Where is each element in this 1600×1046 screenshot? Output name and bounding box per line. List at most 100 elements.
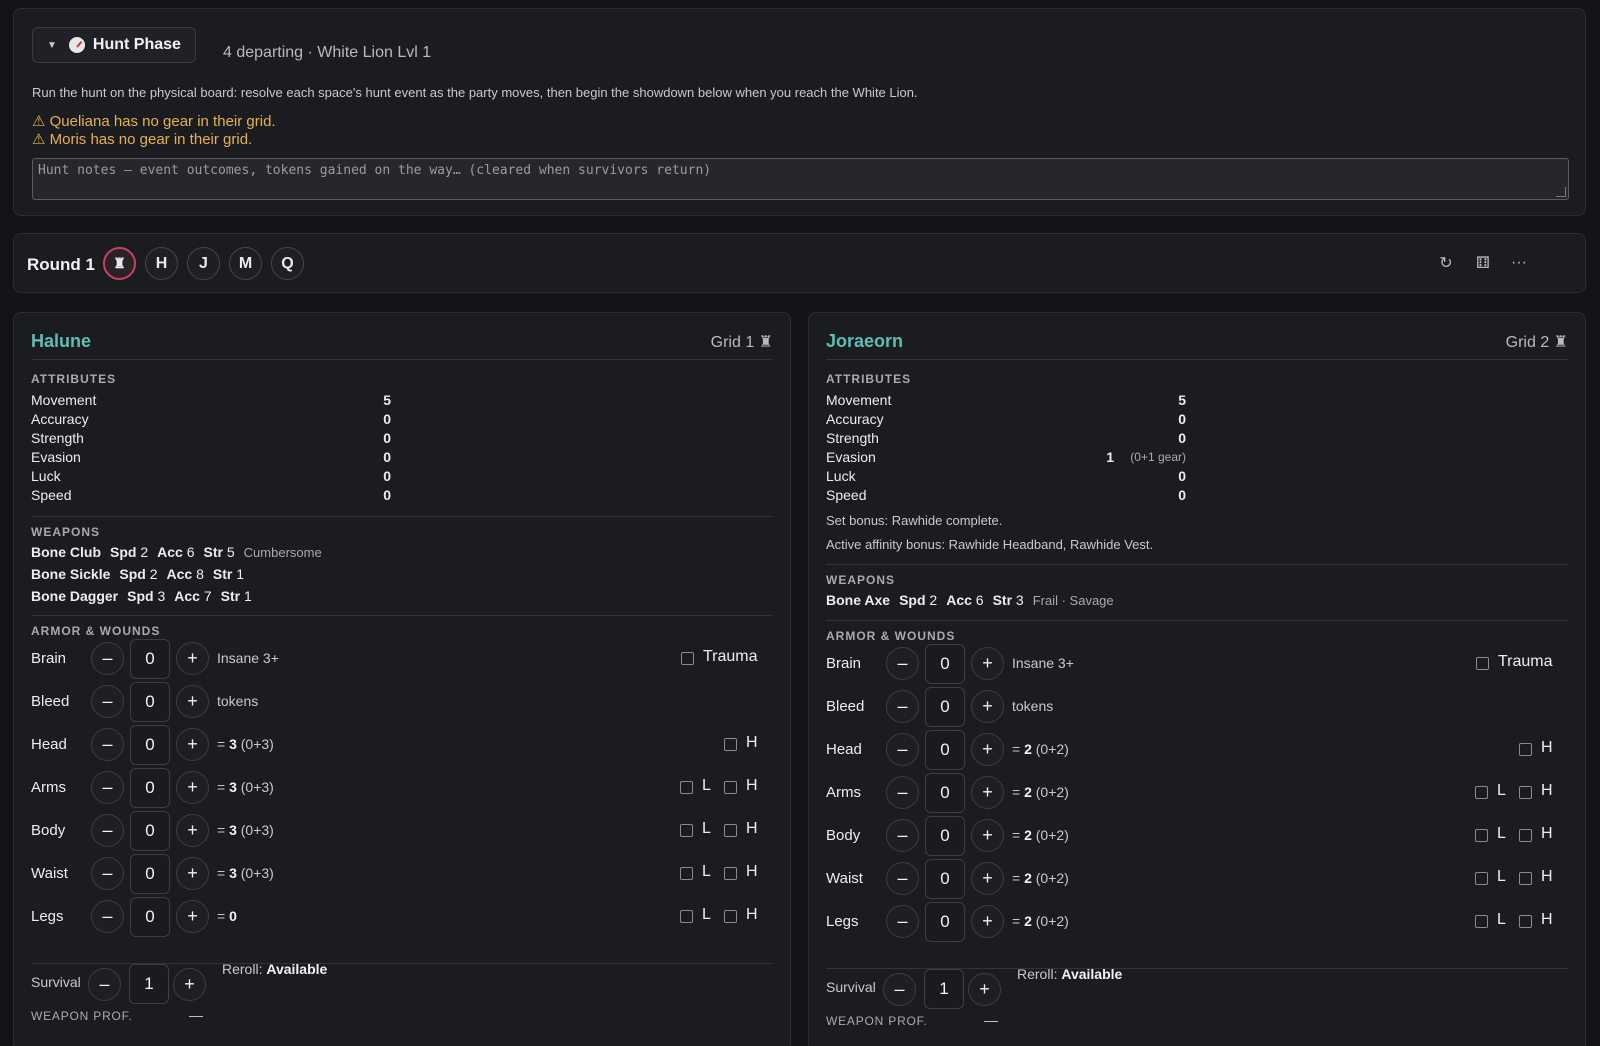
weapon-prof-label: WEAPON PROF.	[826, 1014, 928, 1028]
wound-value[interactable]: 0	[130, 725, 170, 765]
heavy-wound-checkbox[interactable]	[724, 867, 737, 880]
hunt-phase-toggle[interactable]: ▼ Hunt Phase	[32, 27, 196, 63]
light-wound-checkbox[interactable]	[1475, 829, 1488, 842]
wound-value[interactable]: 0	[925, 859, 965, 899]
survival-increment-button[interactable]: +	[968, 973, 1001, 1006]
wound-value[interactable]: 0	[925, 773, 965, 813]
survival-value[interactable]: 1	[129, 964, 169, 1004]
light-wound-checkbox[interactable]	[680, 781, 693, 794]
gear-warning: ⚠ Queliana has no gear in their grid.	[32, 113, 276, 130]
more-icon[interactable]: ···	[1506, 250, 1532, 276]
survivor-chip-q[interactable]: Q	[271, 247, 304, 280]
wound-value[interactable]: 0	[925, 730, 965, 770]
increment-button[interactable]: +	[176, 771, 209, 804]
increment-button[interactable]: +	[971, 862, 1004, 895]
wound-label: Head	[826, 741, 862, 758]
increment-button[interactable]: +	[971, 776, 1004, 809]
undo-icon[interactable]: ↻	[1433, 250, 1459, 276]
weapon-row[interactable]: Bone Sickle Spd 2 Acc 8 Str 1	[31, 566, 244, 582]
increment-button[interactable]: +	[176, 642, 209, 675]
decrement-button[interactable]: –	[91, 857, 124, 890]
acc-label: Acc	[946, 592, 972, 608]
decrement-button[interactable]: –	[91, 900, 124, 933]
heavy-wound-checkbox[interactable]	[1519, 829, 1532, 842]
attribute-row: Speed 0	[826, 487, 1186, 506]
increment-button[interactable]: +	[176, 728, 209, 761]
decrement-button[interactable]: –	[886, 819, 919, 852]
increment-button[interactable]: +	[971, 819, 1004, 852]
dice-icon[interactable]: ⚅	[1470, 250, 1496, 276]
hunt-notes-textarea[interactable]: Hunt notes — event outcomes, tokens gain…	[32, 158, 1569, 200]
weapon-row[interactable]: Bone Dagger Spd 3 Acc 7 Str 1	[31, 588, 252, 604]
decrement-button[interactable]: –	[886, 862, 919, 895]
armor-total: = 3 (0+3)	[217, 865, 274, 881]
decrement-button[interactable]: –	[886, 776, 919, 809]
light-wound-checkbox[interactable]	[680, 824, 693, 837]
heavy-wound-checkbox[interactable]	[1519, 915, 1532, 928]
decrement-button[interactable]: –	[91, 728, 124, 761]
wound-value[interactable]: 0	[925, 902, 965, 942]
decrement-button[interactable]: –	[886, 647, 919, 680]
survival-value[interactable]: 1	[924, 969, 964, 1009]
survivor-chip-m[interactable]: M	[229, 247, 262, 280]
heavy-wound-checkbox[interactable]	[724, 738, 737, 751]
monster-turn-chip[interactable]: ♜	[103, 247, 136, 280]
survival-decrement-button[interactable]: –	[883, 973, 916, 1006]
wound-value[interactable]: 0	[130, 811, 170, 851]
light-wound-checkbox[interactable]	[680, 910, 693, 923]
wound-value[interactable]: 0	[925, 816, 965, 856]
trauma-checkbox[interactable]	[681, 652, 694, 665]
survivor-name[interactable]: Joraeorn	[826, 331, 903, 352]
decrement-button[interactable]: –	[91, 771, 124, 804]
increment-button[interactable]: +	[971, 647, 1004, 680]
decrement-button[interactable]: –	[886, 905, 919, 938]
increment-button[interactable]: +	[176, 900, 209, 933]
wound-value[interactable]: 0	[130, 682, 170, 722]
survivor-name[interactable]: Halune	[31, 331, 91, 352]
wound-row-head: Head – 0 + = 2 (0+2) H	[826, 730, 1568, 770]
survival-increment-button[interactable]: +	[173, 968, 206, 1001]
decrement-button[interactable]: –	[91, 814, 124, 847]
heavy-wound-checkbox[interactable]	[724, 910, 737, 923]
increment-button[interactable]: +	[971, 690, 1004, 723]
increment-button[interactable]: +	[176, 685, 209, 718]
weapon-spd: 2	[149, 566, 158, 582]
resize-grip-icon[interactable]	[1556, 187, 1566, 197]
light-wound-checkbox[interactable]	[1475, 872, 1488, 885]
decrement-button[interactable]: –	[886, 733, 919, 766]
trauma-checkbox[interactable]	[1476, 657, 1489, 670]
wound-value[interactable]: 0	[925, 644, 965, 684]
heavy-wound-checkbox[interactable]	[724, 824, 737, 837]
decrement-button[interactable]: –	[91, 685, 124, 718]
divider	[826, 564, 1568, 565]
acc-label: Acc	[166, 566, 193, 582]
wound-row-brain: Brain – 0 + Insane 3+ Trauma	[826, 644, 1568, 684]
wound-value[interactable]: 0	[130, 854, 170, 894]
wound-row-waist: Waist – 0 + = 3 (0+3) L H	[31, 854, 773, 894]
weapon-row[interactable]: Bone Club Spd 2 Acc 6 Str 5 Cumbersome	[31, 544, 322, 560]
heavy-wound-checkbox[interactable]	[1519, 743, 1532, 756]
increment-button[interactable]: +	[971, 905, 1004, 938]
survivor-chip-j[interactable]: J	[187, 247, 220, 280]
decrement-button[interactable]: –	[91, 642, 124, 675]
survivor-chip-h[interactable]: H	[145, 247, 178, 280]
attribute-value: 0	[383, 468, 391, 484]
heavy-wound-checkbox[interactable]	[724, 781, 737, 794]
survival-decrement-button[interactable]: –	[88, 968, 121, 1001]
decrement-button[interactable]: –	[886, 690, 919, 723]
light-wound-checkbox[interactable]	[1475, 786, 1488, 799]
increment-button[interactable]: +	[971, 733, 1004, 766]
heavy-label: H	[1541, 825, 1553, 842]
increment-button[interactable]: +	[176, 814, 209, 847]
light-wound-checkbox[interactable]	[680, 867, 693, 880]
wound-value[interactable]: 0	[130, 897, 170, 937]
increment-button[interactable]: +	[176, 857, 209, 890]
wound-value[interactable]: 0	[925, 687, 965, 727]
attribute-name: Evasion	[31, 449, 81, 465]
heavy-wound-checkbox[interactable]	[1519, 786, 1532, 799]
wound-value[interactable]: 0	[130, 639, 170, 679]
weapon-row[interactable]: Bone Axe Spd 2 Acc 6 Str 3 Frail · Savage	[826, 592, 1114, 608]
heavy-wound-checkbox[interactable]	[1519, 872, 1532, 885]
wound-value[interactable]: 0	[130, 768, 170, 808]
light-wound-checkbox[interactable]	[1475, 915, 1488, 928]
